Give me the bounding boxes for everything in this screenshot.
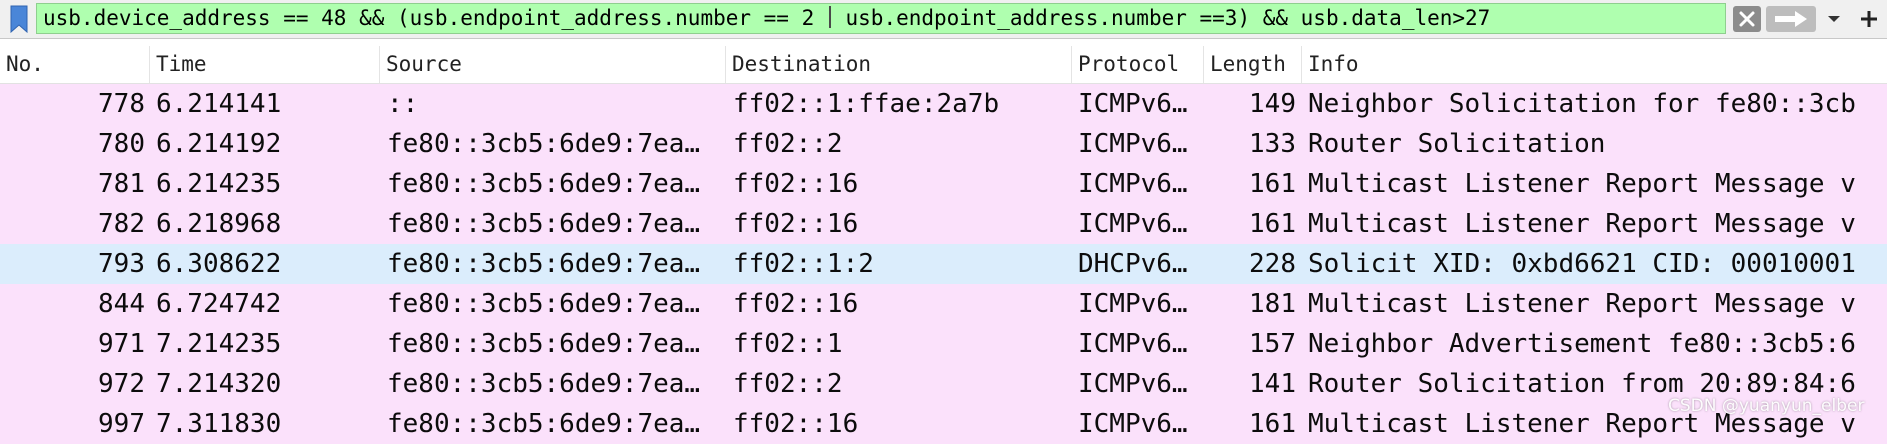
packet-destination: ff02::2: [733, 129, 843, 159]
packet-time: 6.214192: [156, 129, 282, 159]
packet-source: fe80::3cb5:6de9:7ea…: [387, 289, 701, 319]
packet-time: 7.311830: [156, 409, 282, 439]
apply-filter-button[interactable]: [1766, 6, 1816, 32]
bookmark-button[interactable]: [4, 4, 34, 34]
column-header-time[interactable]: Time: [150, 46, 380, 83]
packet-list: 778 6.214141 :: ff02::1:ffae:2a7b ICMPv6…: [0, 84, 1887, 444]
packet-length: 161: [1249, 209, 1296, 239]
close-icon: [1739, 11, 1755, 27]
packet-no: 972: [98, 369, 145, 399]
packet-row[interactable]: 844 6.724742 fe80::3cb5:6de9:7ea… ff02::…: [0, 284, 1887, 324]
clear-filter-button[interactable]: [1733, 6, 1761, 32]
packet-info: Router Solicitation: [1308, 129, 1606, 159]
column-header-source[interactable]: Source: [380, 46, 726, 83]
packet-length: 149: [1249, 89, 1296, 119]
packet-length: 141: [1249, 369, 1296, 399]
packet-no: 780: [98, 129, 145, 159]
packet-source: fe80::3cb5:6de9:7ea…: [387, 209, 701, 239]
packet-info: Solicit XID: 0xbd6621 CID: 00010001: [1308, 249, 1856, 279]
plus-icon: [1861, 11, 1877, 27]
packet-no: 782: [98, 209, 145, 239]
packet-protocol: ICMPv6…: [1078, 409, 1188, 439]
packet-time: 6.724742: [156, 289, 282, 319]
column-header-destination[interactable]: Destination: [726, 46, 1072, 83]
packet-time: 6.214141: [156, 89, 282, 119]
packet-info: Multicast Listener Report Message v: [1308, 169, 1856, 199]
filter-text-after-cursor: usb.endpoint_address.number ==3) && usb.…: [832, 6, 1491, 30]
packet-protocol: DHCPv6…: [1078, 249, 1188, 279]
column-header-info[interactable]: Info: [1302, 46, 1887, 83]
packet-info: Multicast Listener Report Message v: [1308, 209, 1856, 239]
column-header-no[interactable]: No.: [0, 46, 150, 83]
display-filter-toolbar: usb.device_address == 48 && (usb.endpoin…: [0, 0, 1887, 39]
packet-destination: ff02::1: [733, 329, 843, 359]
arrow-right-icon: [1775, 11, 1807, 27]
packet-destination: ff02::16: [733, 409, 859, 439]
packet-protocol: ICMPv6…: [1078, 169, 1188, 199]
packet-source: fe80::3cb5:6de9:7ea…: [387, 249, 701, 279]
packet-time: 6.308622: [156, 249, 282, 279]
packet-destination: ff02::16: [733, 169, 859, 199]
packet-length: 181: [1249, 289, 1296, 319]
packet-row[interactable]: 972 7.214320 fe80::3cb5:6de9:7ea… ff02::…: [0, 364, 1887, 404]
packet-time: 7.214235: [156, 329, 282, 359]
packet-length: 161: [1249, 409, 1296, 439]
packet-row[interactable]: 778 6.214141 :: ff02::1:ffae:2a7b ICMPv6…: [0, 84, 1887, 124]
packet-no: 793: [98, 249, 145, 279]
packet-source: fe80::3cb5:6de9:7ea…: [387, 169, 701, 199]
packet-protocol: ICMPv6…: [1078, 329, 1188, 359]
packet-row[interactable]: 793 6.308622 fe80::3cb5:6de9:7ea… ff02::…: [0, 244, 1887, 284]
packet-no: 971: [98, 329, 145, 359]
packet-no: 844: [98, 289, 145, 319]
packet-destination: ff02::16: [733, 209, 859, 239]
packet-source: fe80::3cb5:6de9:7ea…: [387, 369, 701, 399]
packet-source: fe80::3cb5:6de9:7ea…: [387, 409, 701, 439]
watermark: CSDN @yuanyun_elber: [1668, 396, 1865, 416]
add-filter-button-button[interactable]: [1854, 4, 1884, 34]
packet-destination: ff02::1:2: [733, 249, 874, 279]
packet-info: Neighbor Advertisement fe80::3cb5:6: [1308, 329, 1856, 359]
packet-time: 6.218968: [156, 209, 282, 239]
packet-row[interactable]: 997 7.311830 fe80::3cb5:6de9:7ea… ff02::…: [0, 404, 1887, 444]
packet-no: 997: [98, 409, 145, 439]
packet-source: fe80::3cb5:6de9:7ea…: [387, 129, 701, 159]
packet-source: fe80::3cb5:6de9:7ea…: [387, 329, 701, 359]
packet-length: 228: [1249, 249, 1296, 279]
text-cursor: [828, 6, 831, 28]
packet-protocol: ICMPv6…: [1078, 209, 1188, 239]
packet-info: Multicast Listener Report Message v: [1308, 289, 1856, 319]
column-header-length[interactable]: Length: [1204, 46, 1302, 83]
packet-source: ::: [387, 89, 419, 119]
packet-row[interactable]: 782 6.218968 fe80::3cb5:6de9:7ea… ff02::…: [0, 204, 1887, 244]
packet-row[interactable]: 971 7.214235 fe80::3cb5:6de9:7ea… ff02::…: [0, 324, 1887, 364]
packet-length: 161: [1249, 169, 1296, 199]
packet-protocol: ICMPv6…: [1078, 289, 1188, 319]
display-filter-input[interactable]: usb.device_address == 48 && (usb.endpoin…: [36, 3, 1726, 34]
packet-no: 781: [98, 169, 145, 199]
packet-row[interactable]: 781 6.214235 fe80::3cb5:6de9:7ea… ff02::…: [0, 164, 1887, 204]
packet-no: 778: [98, 89, 145, 119]
filter-text-before-cursor: usb.device_address == 48 && (usb.endpoin…: [43, 6, 827, 30]
chevron-down-icon: [1828, 16, 1840, 22]
packet-protocol: ICMPv6…: [1078, 89, 1188, 119]
packet-destination: ff02::2: [733, 369, 843, 399]
packet-destination: ff02::16: [733, 289, 859, 319]
packet-time: 7.214320: [156, 369, 282, 399]
packet-protocol: ICMPv6…: [1078, 369, 1188, 399]
column-header-protocol[interactable]: Protocol: [1072, 46, 1204, 83]
packet-protocol: ICMPv6…: [1078, 129, 1188, 159]
packet-time: 6.214235: [156, 169, 282, 199]
packet-length: 133: [1249, 129, 1296, 159]
packet-destination: ff02::1:ffae:2a7b: [733, 89, 1000, 119]
filter-history-dropdown[interactable]: [1820, 6, 1848, 32]
bookmark-icon: [10, 5, 28, 33]
packet-list-header: No. Time Source Destination Protocol Len…: [0, 46, 1887, 84]
packet-length: 157: [1249, 329, 1296, 359]
packet-info: Neighbor Solicitation for fe80::3cb: [1308, 89, 1856, 119]
packet-row[interactable]: 780 6.214192 fe80::3cb5:6de9:7ea… ff02::…: [0, 124, 1887, 164]
